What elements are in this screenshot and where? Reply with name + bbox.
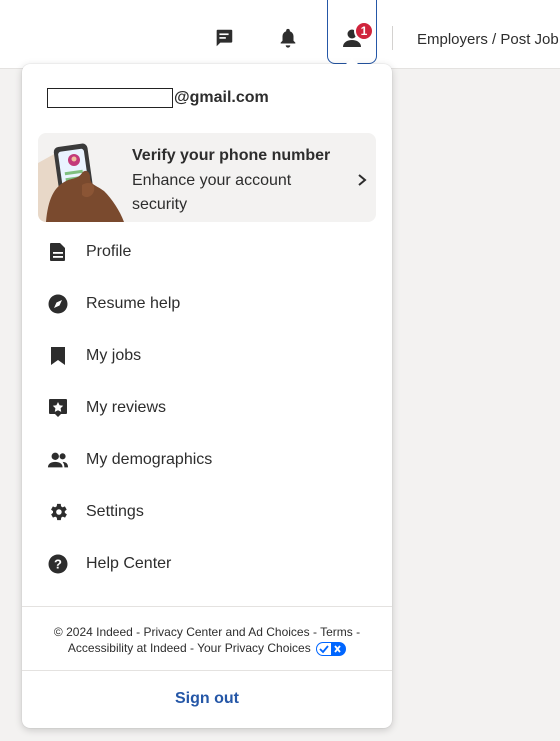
- bookmark-icon: [47, 345, 69, 367]
- dropdown-caret: [344, 58, 360, 66]
- compass-icon: [47, 293, 69, 315]
- notification-badge: 1: [354, 21, 374, 41]
- copyright-text: © 2024 Indeed: [53, 625, 133, 639]
- profile-menu-button[interactable]: 1: [327, 0, 377, 64]
- menu-item-label: Settings: [86, 503, 144, 520]
- notifications-button[interactable]: [270, 20, 306, 56]
- svg-text:?: ?: [54, 557, 62, 572]
- document-icon: [47, 241, 69, 263]
- phone-verification-illustration: [38, 143, 124, 222]
- footer-separator: -: [352, 625, 361, 639]
- messages-icon: [216, 29, 233, 47]
- footer-separator: -: [309, 625, 321, 639]
- menu-item-label: Resume help: [86, 295, 181, 312]
- employers-post-job-link[interactable]: Employers / Post Job: [417, 31, 559, 48]
- menu-item-label: My jobs: [86, 347, 142, 364]
- verify-phone-card[interactable]: Verify your phone number Enhance your ac…: [38, 133, 376, 222]
- signout-divider: [22, 670, 392, 671]
- account-email: @gmail.com: [47, 88, 269, 108]
- menu-item-help-center[interactable]: ? Help Center: [22, 538, 392, 590]
- menu-item-profile[interactable]: Profile: [22, 226, 392, 278]
- header-divider: [392, 26, 393, 50]
- top-navigation-bar: 1 Employers / Post Job: [0, 0, 560, 69]
- menu-item-my-jobs[interactable]: My jobs: [22, 330, 392, 382]
- menu-item-settings[interactable]: Settings: [22, 486, 392, 538]
- menu-item-label: Help Center: [86, 555, 172, 572]
- email-domain: @gmail.com: [174, 89, 269, 106]
- privacy-choices-link[interactable]: Your Privacy Choices: [197, 641, 311, 655]
- help-icon: ?: [47, 553, 69, 575]
- footer-separator: -: [186, 641, 198, 655]
- messages-button[interactable]: [206, 20, 242, 56]
- menu-item-label: My demographics: [86, 451, 213, 468]
- review-star-icon: [47, 397, 69, 419]
- sign-out-button[interactable]: Sign out: [22, 690, 392, 708]
- verify-card-subtitle: Enhance your account security: [132, 172, 292, 213]
- gear-icon: [47, 501, 69, 523]
- notifications-icon: [280, 28, 296, 48]
- account-dropdown-menu: @gmail.com Verify your phone number Enha…: [22, 64, 392, 728]
- privacy-center-link[interactable]: Privacy Center and Ad Choices: [144, 625, 310, 639]
- email-redaction-box: [47, 88, 173, 108]
- verify-card-title: Verify your phone number: [132, 147, 331, 164]
- chevron-right-icon: [358, 174, 367, 186]
- menu-item-my-reviews[interactable]: My reviews: [22, 382, 392, 434]
- account-menu-list: Profile Resume help My jobs My reviews M…: [22, 226, 392, 590]
- terms-link[interactable]: Terms: [320, 625, 353, 639]
- menu-item-label: Profile: [86, 243, 132, 260]
- footer-separator: -: [132, 625, 144, 639]
- privacy-choices-icon: [316, 641, 347, 656]
- menu-item-label: My reviews: [86, 399, 167, 416]
- people-icon: [47, 449, 69, 471]
- legal-footer: © 2024 Indeed - Privacy Center and Ad Ch…: [22, 624, 392, 656]
- footer-divider: [22, 606, 392, 607]
- menu-item-my-demographics[interactable]: My demographics: [22, 434, 392, 486]
- menu-item-resume-help[interactable]: Resume help: [22, 278, 392, 330]
- accessibility-link[interactable]: Accessibility at Indeed: [68, 641, 187, 655]
